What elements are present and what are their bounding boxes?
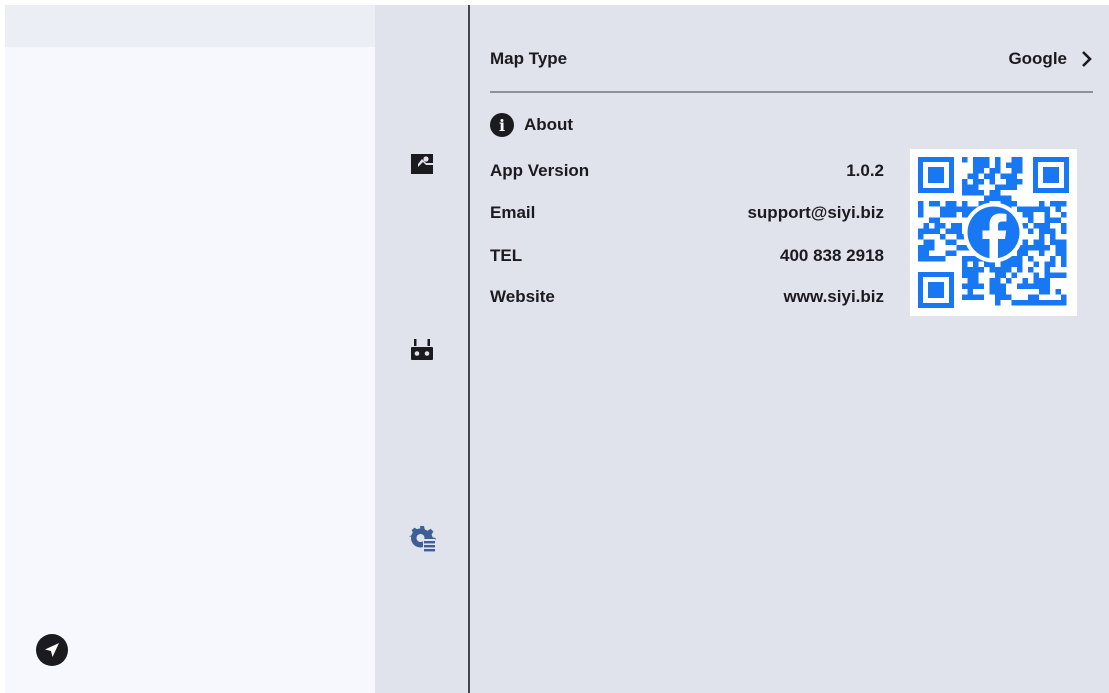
remote-controller-icon: [410, 339, 433, 360]
map-icon: [410, 154, 433, 174]
info-row-email: Email support@siyi.biz: [490, 198, 884, 228]
website-label: Website: [490, 287, 555, 306]
left-panel-header: [5, 5, 375, 47]
nav-item-settings[interactable]: [375, 509, 468, 569]
map-type-value: Google: [1008, 49, 1067, 68]
app-version-value: 1.0.2: [846, 161, 884, 180]
info-icon: i: [490, 113, 514, 137]
nav-rail: [375, 5, 468, 693]
info-row-app-version: App Version 1.0.2: [490, 156, 884, 186]
settings-content: Map Type Google i About App Version 1.0.…: [470, 5, 1109, 693]
qr-code-image: [918, 157, 1069, 308]
map-type-value-group: Google: [1008, 49, 1093, 69]
info-row-website: Website www.siyi.biz: [490, 282, 884, 312]
section-divider: [490, 91, 1093, 93]
map-type-row[interactable]: Map Type Google: [490, 35, 1093, 83]
app-version-label: App Version: [490, 161, 590, 180]
send-icon: [45, 643, 59, 657]
nav-item-map[interactable]: [375, 134, 468, 194]
facebook-qr-code: [910, 149, 1077, 316]
left-panel: [5, 5, 375, 693]
tel-label: TEL: [490, 246, 523, 265]
info-row-tel: TEL 400 838 2918: [490, 241, 884, 271]
settings-icon: [408, 526, 435, 552]
email-value: support@siyi.biz: [747, 203, 884, 222]
about-title: About: [524, 115, 574, 134]
nav-item-remote[interactable]: [375, 320, 468, 380]
email-label: Email: [490, 203, 536, 222]
website-value: www.siyi.biz: [783, 287, 884, 306]
tel-value: 400 838 2918: [780, 246, 884, 265]
chevron-right-icon: [1082, 51, 1092, 67]
app-window: Map Type Google i About App Version 1.0.…: [5, 5, 1109, 693]
send-button[interactable]: [36, 634, 68, 666]
map-type-label: Map Type: [490, 49, 568, 68]
about-header: i About: [490, 113, 573, 137]
